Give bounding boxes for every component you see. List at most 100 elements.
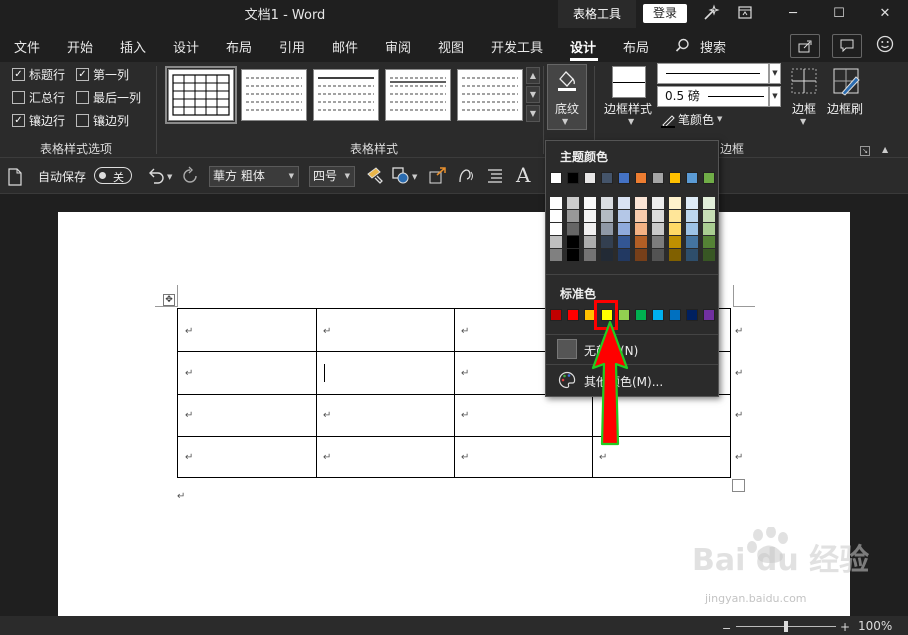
last-column-checkbox[interactable] (76, 91, 89, 104)
first-column-checkbox[interactable]: ✓ (76, 68, 89, 81)
font-size-combo[interactable]: 四号 ▼ (309, 166, 355, 187)
chevron-down-icon[interactable]: ▼ (167, 173, 172, 181)
table-style-light-1[interactable] (241, 69, 307, 121)
theme-shade-swatch[interactable] (567, 210, 579, 222)
theme-shade-swatch[interactable] (703, 236, 715, 248)
border-styles-label[interactable]: 边框样式 (604, 100, 652, 117)
standard-color-swatch[interactable] (567, 309, 579, 321)
banded-rows-checkbox[interactable]: ✓ (12, 114, 25, 127)
theme-shade-swatch[interactable] (584, 223, 596, 235)
theme-shade-swatch[interactable] (567, 223, 579, 235)
theme-shade-swatch[interactable] (686, 249, 698, 261)
read-aloud-icon[interactable] (456, 166, 476, 186)
theme-shade-swatch[interactable] (703, 223, 715, 235)
font-a-icon[interactable]: A (516, 163, 530, 187)
comment-icon[interactable] (832, 34, 862, 58)
borders-icon[interactable] (790, 67, 818, 95)
undo-icon[interactable] (146, 166, 166, 186)
table-style-grid-selected[interactable] (165, 66, 237, 124)
theme-color-swatch[interactable] (567, 172, 579, 184)
no-color-icon[interactable] (557, 339, 577, 359)
tab-file[interactable]: 文件 (14, 37, 40, 56)
gallery-scroll-down[interactable]: ▼ (526, 86, 540, 103)
theme-shade-swatch[interactable] (550, 210, 562, 222)
shapes-icon[interactable] (391, 166, 411, 186)
tab-view[interactable]: 视图 (438, 37, 464, 56)
table-style-light-3[interactable] (385, 69, 451, 121)
maximize-button[interactable]: ☐ (816, 0, 862, 28)
tab-developer[interactable]: 开发工具 (491, 37, 543, 56)
theme-color-swatch[interactable] (652, 172, 664, 184)
collapse-ribbon-icon[interactable]: ▲ (882, 145, 888, 154)
theme-color-swatch[interactable] (550, 172, 562, 184)
standard-color-swatch[interactable] (703, 309, 715, 321)
format-painter-icon[interactable] (366, 166, 386, 186)
theme-shade-swatch[interactable] (550, 236, 562, 248)
theme-shade-swatch[interactable] (601, 223, 613, 235)
theme-shade-swatch[interactable] (635, 223, 647, 235)
theme-shade-swatch[interactable] (601, 249, 613, 261)
theme-shade-swatch[interactable] (550, 197, 562, 209)
theme-shade-swatch[interactable] (635, 210, 647, 222)
tab-table-layout[interactable]: 布局 (623, 37, 649, 56)
table-resize-handle[interactable] (732, 479, 745, 492)
theme-shade-swatch[interactable] (703, 210, 715, 222)
theme-shade-swatch[interactable] (669, 197, 681, 209)
zoom-out-button[interactable]: − (722, 622, 731, 635)
line-weight-dropdown[interactable]: 0.5 磅 (657, 86, 769, 107)
theme-shade-swatch[interactable] (635, 236, 647, 248)
standard-color-swatch[interactable] (652, 309, 664, 321)
autosave-toggle[interactable]: 关 (94, 167, 132, 184)
table-style-light-2[interactable] (313, 69, 379, 121)
theme-color-swatch[interactable] (584, 172, 596, 184)
smiley-icon[interactable] (876, 35, 896, 55)
ribbon-display-icon[interactable] (737, 5, 757, 23)
theme-shade-swatch[interactable] (584, 210, 596, 222)
theme-shade-swatch[interactable] (567, 249, 579, 261)
theme-shade-swatch[interactable] (686, 197, 698, 209)
text-align-icon[interactable] (485, 166, 505, 186)
zoom-slider-thumb[interactable] (784, 621, 788, 632)
tab-home[interactable]: 开始 (67, 37, 93, 56)
theme-shade-swatch[interactable] (618, 210, 630, 222)
theme-color-swatch[interactable] (635, 172, 647, 184)
pen-color-label[interactable]: 笔颜色 (678, 111, 714, 128)
tab-layout[interactable]: 布局 (226, 37, 252, 56)
theme-shade-swatch[interactable] (618, 197, 630, 209)
chevron-down-icon[interactable]: ▼ (412, 173, 417, 181)
gallery-more-button[interactable]: ▼ (526, 105, 540, 122)
theme-shade-swatch[interactable] (669, 249, 681, 261)
theme-shade-swatch[interactable] (652, 210, 664, 222)
theme-color-swatch[interactable] (703, 172, 715, 184)
theme-shade-swatch[interactable] (635, 249, 647, 261)
theme-shade-swatch[interactable] (584, 249, 596, 261)
theme-shade-swatch[interactable] (550, 249, 562, 261)
tab-insert[interactable]: 插入 (120, 37, 146, 56)
zoom-level[interactable]: 100% (858, 619, 892, 633)
theme-shade-swatch[interactable] (703, 249, 715, 261)
standard-color-swatch[interactable] (669, 309, 681, 321)
theme-shade-swatch[interactable] (686, 210, 698, 222)
standard-color-swatch[interactable] (550, 309, 562, 321)
dialog-launcher-icon[interactable]: ↘ (860, 146, 870, 156)
theme-color-swatch[interactable] (686, 172, 698, 184)
redo-icon[interactable] (180, 166, 200, 186)
tab-review[interactable]: 审阅 (385, 37, 411, 56)
theme-shade-swatch[interactable] (618, 236, 630, 248)
borders-label[interactable]: 边框 (792, 100, 816, 117)
border-painter-label[interactable]: 边框刷 (827, 100, 863, 117)
theme-shade-swatch[interactable] (686, 236, 698, 248)
theme-shade-swatch[interactable] (601, 197, 613, 209)
header-row-checkbox[interactable]: ✓ (12, 68, 25, 81)
standard-color-swatch[interactable] (635, 309, 647, 321)
total-row-checkbox[interactable] (12, 91, 25, 104)
theme-shade-swatch[interactable] (652, 249, 664, 261)
theme-shade-swatch[interactable] (550, 223, 562, 235)
standard-color-swatch[interactable] (686, 309, 698, 321)
tab-references[interactable]: 引用 (279, 37, 305, 56)
font-name-combo[interactable]: 華方 粗体 ▼ (209, 166, 299, 187)
zoom-in-button[interactable]: + (840, 620, 850, 634)
tab-table-design[interactable]: 设计 (570, 37, 596, 56)
theme-shade-swatch[interactable] (669, 210, 681, 222)
share-icon[interactable] (790, 34, 820, 58)
